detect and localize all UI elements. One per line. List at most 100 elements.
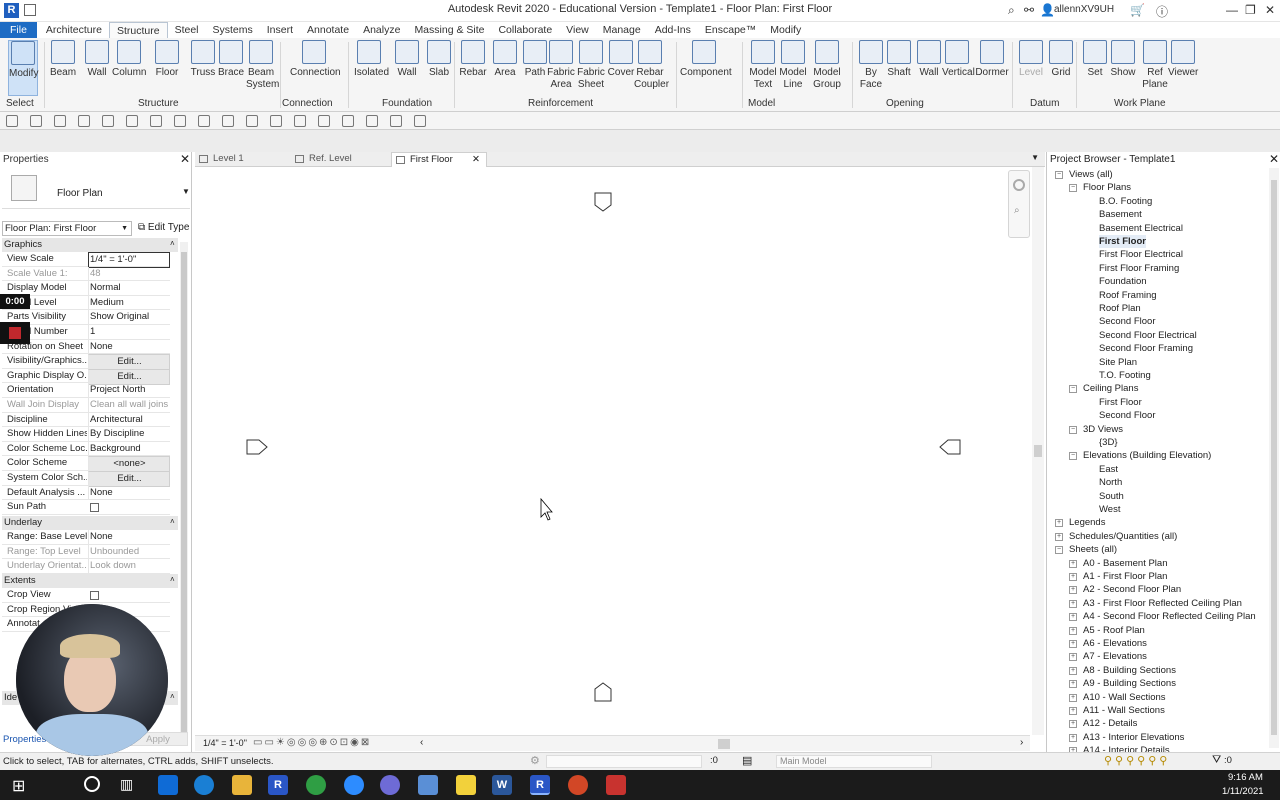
browser-item[interactable]: A4 - Second Floor Reflected Ceiling Plan bbox=[1083, 610, 1256, 623]
undo-icon[interactable] bbox=[78, 115, 90, 127]
browser-item[interactable]: A11 - Wall Sections bbox=[1083, 704, 1165, 717]
browser-item[interactable]: Sheets (all) bbox=[1069, 543, 1117, 556]
checkbox[interactable] bbox=[90, 591, 99, 600]
scrollbar[interactable] bbox=[180, 242, 188, 740]
property-value[interactable]: Look down bbox=[88, 559, 170, 574]
tag-icon[interactable] bbox=[198, 115, 210, 127]
browser-item[interactable]: Basement Electrical bbox=[1099, 222, 1183, 235]
property-category[interactable]: Graphics bbox=[2, 238, 178, 252]
property-value[interactable]: 1 bbox=[88, 325, 170, 339]
ribbon-button-set[interactable]: Set bbox=[1080, 40, 1110, 79]
menu-steel[interactable]: Steel bbox=[168, 22, 206, 38]
property-value[interactable]: Show Original bbox=[88, 310, 170, 325]
measure-icon[interactable] bbox=[150, 115, 162, 127]
navigation-bar[interactable]: ⌕ bbox=[1008, 170, 1030, 238]
browser-item[interactable]: B.O. Footing bbox=[1099, 195, 1152, 208]
sync-icon[interactable] bbox=[54, 115, 66, 127]
powerpoint-icon[interactable] bbox=[568, 775, 588, 795]
browser-item[interactable]: Second Floor Electrical bbox=[1099, 329, 1197, 342]
browser-item[interactable]: South bbox=[1099, 490, 1124, 503]
steering-wheel-icon[interactable] bbox=[1013, 179, 1025, 191]
minimize-button[interactable]: — bbox=[1226, 3, 1238, 17]
3d-view-icon[interactable] bbox=[246, 115, 258, 127]
elevation-marker-east[interactable] bbox=[939, 439, 961, 455]
ribbon-button-component[interactable]: Component bbox=[680, 40, 732, 79]
collapse-icon[interactable]: ˄ bbox=[170, 692, 175, 701]
ribbon-button-modify[interactable]: Modify bbox=[8, 40, 38, 96]
design-options-icon[interactable]: ▤ bbox=[742, 754, 752, 767]
property-value[interactable]: Clean all wall joins bbox=[88, 398, 170, 412]
expand-toggle-icon[interactable]: − bbox=[1069, 385, 1077, 394]
property-value[interactable]: None bbox=[88, 485, 170, 500]
browser-item[interactable]: First Floor Framing bbox=[1099, 262, 1179, 275]
property-row[interactable]: Show Hidden Lines By Discipline bbox=[2, 427, 170, 442]
property-row[interactable]: Range: Base Level None bbox=[2, 530, 170, 545]
open-icon[interactable] bbox=[6, 115, 18, 127]
property-row[interactable]: System Color Sch... Edit... bbox=[2, 471, 170, 487]
ribbon-button-wall[interactable]: Wall bbox=[82, 40, 112, 79]
zoom-icon[interactable]: ⌕ bbox=[1014, 205, 1020, 216]
expand-toggle-icon[interactable]: − bbox=[1069, 425, 1077, 434]
expand-toggle-icon[interactable]: + bbox=[1055, 519, 1063, 528]
user-icon[interactable]: 👤 bbox=[1040, 3, 1055, 17]
ribbon-button-area[interactable]: Area bbox=[490, 40, 520, 79]
browser-item[interactable]: A0 - Basement Plan bbox=[1083, 557, 1168, 570]
restore-button[interactable]: ❐ bbox=[1245, 3, 1256, 17]
view-control-icons[interactable]: ▭▭☀◎◎◎⊕⊙⊡◉⊠ bbox=[253, 737, 371, 748]
close-tab-icon[interactable]: ✕ bbox=[472, 153, 480, 167]
browser-item[interactable]: A5 - Roof Plan bbox=[1083, 624, 1145, 637]
property-row[interactable]: Range: Top Level Unbounded bbox=[2, 544, 170, 560]
expand-toggle-icon[interactable]: + bbox=[1069, 559, 1077, 568]
property-row[interactable]: Discipline Architectural bbox=[2, 412, 170, 428]
property-row[interactable]: Scale Value 1: 48 bbox=[2, 266, 170, 282]
ribbon-group-connection[interactable]: Connection bbox=[282, 98, 333, 109]
ribbon-button-model-line[interactable]: Model Line bbox=[778, 40, 808, 91]
ribbon-button-truss[interactable]: Truss bbox=[188, 40, 218, 79]
browser-item[interactable]: A8 - Building Sections bbox=[1083, 664, 1176, 677]
save-icon[interactable] bbox=[30, 115, 42, 127]
expand-toggle-icon[interactable]: + bbox=[1069, 613, 1077, 622]
close-windows-icon[interactable] bbox=[318, 115, 330, 127]
expand-toggle-icon[interactable]: − bbox=[1069, 184, 1077, 193]
ribbon-button-beam[interactable]: Beam bbox=[48, 40, 78, 79]
ribbon-button-wall[interactable]: Wall bbox=[392, 40, 422, 79]
browser-item[interactable]: A1 - First Floor Plan bbox=[1083, 570, 1167, 583]
menu-annotate[interactable]: Annotate bbox=[300, 22, 356, 38]
property-category[interactable]: Underlay bbox=[2, 516, 178, 530]
browser-item[interactable]: First Floor bbox=[1099, 396, 1142, 409]
close-button[interactable]: ✕ bbox=[1265, 3, 1275, 17]
ribbon-button-grid[interactable]: Grid bbox=[1046, 40, 1076, 79]
ribbon-button-model-group[interactable]: Model Group bbox=[812, 40, 842, 91]
scrollbar-thumb[interactable] bbox=[1271, 180, 1277, 735]
selection-settings-icons[interactable]: ⚲⚲⚲⚲⚲⚲ bbox=[1104, 754, 1170, 767]
record-button[interactable] bbox=[0, 322, 30, 344]
browser-item[interactable]: A7 - Elevations bbox=[1083, 650, 1147, 663]
ribbon-button-slab[interactable]: Slab bbox=[424, 40, 454, 79]
task-view-icon[interactable]: ▥ bbox=[120, 776, 133, 793]
ribbon-group-reinforcement[interactable]: Reinforcement bbox=[528, 98, 593, 109]
expand-toggle-icon[interactable]: + bbox=[1069, 733, 1077, 742]
browser-item[interactable]: T.O. Footing bbox=[1099, 369, 1151, 382]
revit-taskbar-icon[interactable]: R bbox=[268, 775, 288, 795]
ribbon-button-dormer[interactable]: Dormer bbox=[974, 40, 1010, 79]
menu-add-ins[interactable]: Add-Ins bbox=[648, 22, 698, 38]
drawing-canvas[interactable] bbox=[195, 167, 1030, 735]
help-icon[interactable]: ⓘ bbox=[1156, 3, 1168, 20]
ribbon-button-floor[interactable]: Floor bbox=[152, 40, 182, 79]
chrome-icon[interactable] bbox=[306, 775, 326, 795]
screen-recorder-icon[interactable] bbox=[606, 775, 626, 795]
ribbon-button-connection[interactable]: Connection bbox=[290, 40, 341, 79]
property-value[interactable]: Normal bbox=[88, 281, 170, 296]
browser-item[interactable]: A12 - Details bbox=[1083, 717, 1137, 730]
outlook-icon[interactable] bbox=[158, 775, 178, 795]
revit-active-icon[interactable]: R bbox=[530, 775, 550, 795]
collapse-icon[interactable]: ˄ bbox=[170, 239, 175, 248]
redo-icon[interactable] bbox=[102, 115, 114, 127]
calculator-icon[interactable] bbox=[418, 775, 438, 795]
cart-icon[interactable]: 🛒 bbox=[1130, 3, 1145, 17]
browser-item[interactable]: Ceiling Plans bbox=[1083, 382, 1138, 395]
print-icon[interactable] bbox=[126, 115, 138, 127]
property-value[interactable]: Architectural bbox=[88, 412, 170, 427]
windows-start-icon[interactable]: ⊞ bbox=[12, 776, 25, 796]
default-3d-icon[interactable] bbox=[366, 115, 378, 127]
